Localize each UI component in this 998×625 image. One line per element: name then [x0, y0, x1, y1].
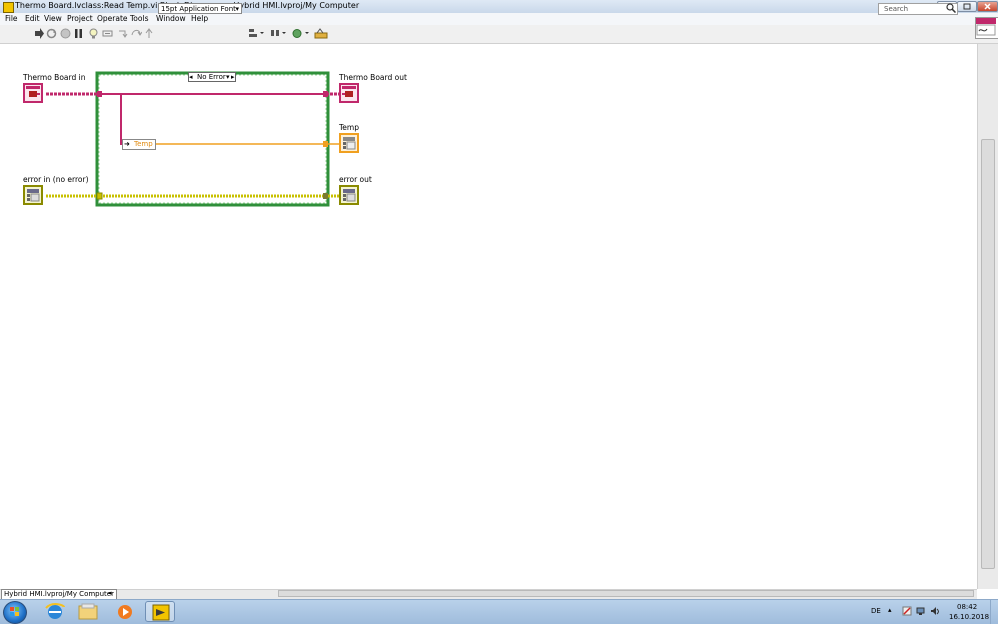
numeric-tunnel-out [323, 141, 328, 147]
font-select-value: 15pt Application Font [161, 5, 236, 13]
labview-icon [152, 604, 170, 621]
menu-operate[interactable]: Operate [97, 14, 128, 23]
error-out-label: error out [339, 175, 372, 184]
step-over-icon[interactable] [131, 28, 142, 39]
vi-icon[interactable] [975, 17, 998, 39]
file-explorer-icon [78, 603, 98, 620]
retain-wire-values-icon[interactable] [102, 28, 113, 39]
abort-icon[interactable] [60, 28, 71, 39]
case-selector-label: No Error [197, 73, 226, 81]
class-icon [342, 86, 356, 97]
volume-icon[interactable] [930, 606, 940, 616]
menu-view[interactable]: View [44, 14, 62, 23]
menu-edit[interactable]: Edit [25, 14, 40, 23]
vertical-scrollbar[interactable] [977, 44, 998, 589]
taskbar-media-player[interactable] [110, 601, 140, 622]
temp-label: Temp [339, 123, 359, 132]
error-in-terminal[interactable] [23, 185, 43, 205]
network-icon[interactable] [916, 606, 926, 616]
clean-up-diagram-icon[interactable] [314, 28, 328, 39]
maximize-icon [963, 3, 971, 10]
align-objects-icon[interactable] [248, 28, 264, 39]
search-icon[interactable] [946, 3, 956, 13]
error-cluster-icon [343, 189, 356, 202]
chevron-down-icon[interactable]: ▾ [226, 73, 230, 81]
menu-tools[interactable]: Tools [130, 14, 148, 23]
vertical-scroll-thumb[interactable] [981, 139, 995, 569]
menu-file[interactable]: File [5, 14, 18, 23]
close-button[interactable] [977, 1, 998, 12]
start-button[interactable] [3, 601, 27, 624]
action-center-icon[interactable] [902, 606, 912, 616]
case-decrement-icon[interactable]: ◂ [189, 73, 193, 81]
taskbar-internet-explorer[interactable] [40, 601, 70, 622]
pause-icon[interactable] [73, 28, 84, 39]
menu-window[interactable]: Window [156, 14, 186, 23]
thermo-board-out-label: Thermo Board out [339, 73, 407, 82]
menu-bar [0, 13, 998, 25]
class-icon [26, 86, 40, 97]
chevron-down-icon: ▾ [235, 5, 239, 13]
media-player-icon [118, 605, 132, 619]
step-out-icon[interactable] [144, 28, 155, 39]
class-tunnel-in [97, 91, 102, 97]
unbundle-by-name-node[interactable]: ➜ Temp [122, 139, 156, 150]
taskbar-labview[interactable] [145, 601, 175, 622]
arrow-right-icon: ➜ [124, 140, 130, 148]
error-tunnel-in [96, 192, 103, 200]
taskbar-file-explorer[interactable] [73, 601, 103, 622]
class-wire-branch [120, 94, 123, 145]
thermo-board-in-label: Thermo Board in [23, 73, 86, 82]
clock-time[interactable]: 08:42 [957, 603, 977, 611]
language-indicator[interactable]: DE [871, 607, 881, 615]
class-tunnel-out [323, 91, 328, 97]
vi-icon-graphic [976, 18, 996, 36]
show-desktop-button[interactable] [990, 600, 998, 624]
horizontal-scroll-thumb[interactable] [278, 590, 974, 597]
internet-explorer-icon [45, 603, 65, 619]
error-tunnel-out [323, 193, 328, 199]
menu-project[interactable]: Project [67, 14, 93, 23]
clock-date[interactable]: 16.10.2018 [949, 613, 989, 621]
case-increment-icon[interactable]: ▸ [231, 73, 235, 81]
windows-logo-icon [10, 607, 19, 616]
case-selector[interactable]: ◂ No Error ▾ ▸ [188, 72, 236, 82]
unbundle-element-label: Temp [134, 140, 153, 148]
run-arrow-icon[interactable] [34, 28, 45, 39]
font-select[interactable]: 15pt Application Font ▾ [158, 3, 242, 14]
highlight-execution-icon[interactable] [88, 28, 99, 39]
menu-help[interactable]: Help [191, 14, 208, 23]
temp-indicator-terminal[interactable] [339, 133, 359, 153]
chevron-left-icon[interactable]: ◂ [108, 589, 112, 597]
wiring-layer [46, 71, 340, 207]
distribute-objects-icon[interactable] [270, 28, 286, 39]
thermo-board-out-terminal[interactable] [339, 83, 359, 103]
error-in-label: error in (no error) [23, 175, 89, 184]
reorder-icon[interactable] [292, 28, 309, 39]
step-into-icon[interactable] [118, 28, 129, 39]
numeric-indicator-icon [343, 137, 356, 150]
error-out-terminal[interactable] [339, 185, 359, 205]
run-continuously-icon[interactable] [46, 28, 57, 39]
application-instance-text: Hybrid HMI.lvproj/My Computer [4, 590, 114, 598]
thermo-board-in-terminal[interactable] [23, 83, 43, 103]
error-cluster-icon [27, 189, 40, 202]
close-icon [984, 3, 991, 10]
maximize-button[interactable] [957, 1, 977, 12]
labview-vi-icon [3, 2, 14, 13]
show-hidden-icons-icon[interactable]: ▴ [888, 606, 892, 614]
